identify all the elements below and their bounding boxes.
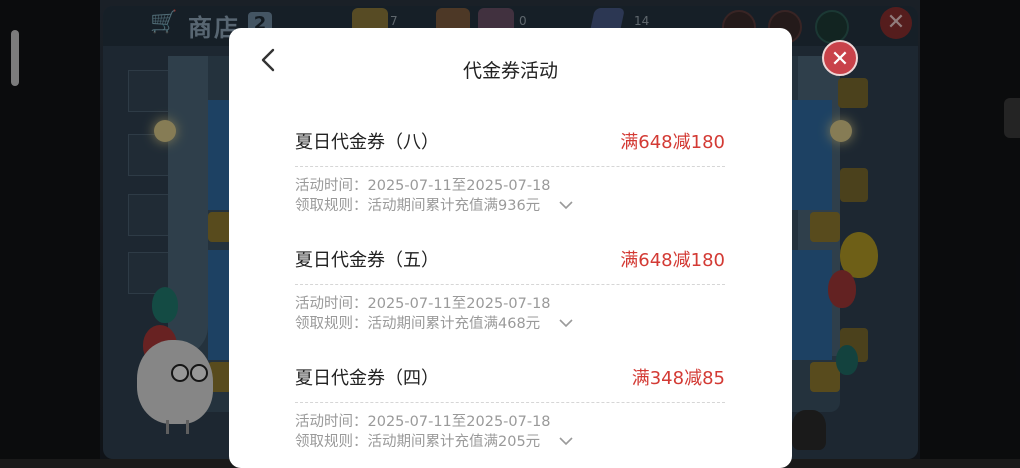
coupon-rule: 领取规则：活动期间累计充值满468元 [295, 316, 541, 332]
chevron-down-icon[interactable] [559, 316, 573, 332]
coupon-offer: 满348减85 [631, 368, 725, 389]
coupon-name: 夏日代金券（八） [295, 132, 439, 153]
dashed-divider [295, 284, 725, 285]
coupon-rule-row: 领取规则：活动期间累计充值满205元 [295, 430, 573, 451]
coupon-offer: 满648减180 [620, 250, 725, 271]
coupon-time: 活动时间：2025-07-11至2025-07-18 [295, 296, 551, 312]
coupon-time: 活动时间：2025-07-11至2025-07-18 [295, 178, 551, 194]
coupon-name: 夏日代金券（五） [295, 250, 439, 271]
chevron-down-icon[interactable] [559, 198, 573, 214]
coupon-rule: 领取规则：活动期间累计充值满205元 [295, 434, 541, 450]
close-button[interactable]: ✕ [822, 40, 858, 76]
coupon-offer: 满648减180 [620, 132, 725, 153]
coupon-time: 活动时间：2025-07-11至2025-07-18 [295, 414, 551, 430]
dialog-title: 代金券活动 [462, 60, 558, 82]
dashed-divider [295, 166, 725, 167]
coupon-rule-row: 领取规则：活动期间累计充值满468元 [295, 312, 573, 333]
dashed-divider [295, 402, 725, 403]
coupon-rule: 领取规则：活动期间累计充值满936元 [295, 198, 541, 214]
chevron-down-icon[interactable] [559, 434, 573, 450]
coupon-name: 夏日代金券（四） [295, 368, 439, 389]
coupon-rule-row: 领取规则：活动期间累计充值满936元 [295, 194, 573, 215]
